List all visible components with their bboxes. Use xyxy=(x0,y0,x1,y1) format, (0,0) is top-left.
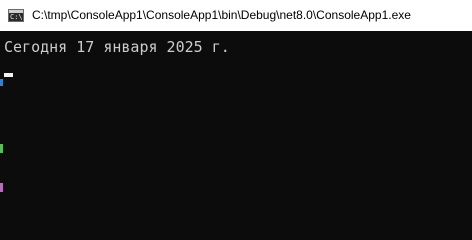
title-bar[interactable]: C:\ C:\tmp\ConsoleApp1\ConsoleApp1\bin\D… xyxy=(0,0,472,31)
background-edge-fragment xyxy=(0,79,3,86)
icon-prompt-glyph: C:\ xyxy=(10,13,23,21)
text-cursor xyxy=(4,73,13,77)
background-edge-fragment xyxy=(0,183,3,192)
console-output-line: Сегодня 17 января 2025 г. xyxy=(4,38,230,56)
window-title: C:\tmp\ConsoleApp1\ConsoleApp1\bin\Debug… xyxy=(32,8,411,22)
console-app-icon[interactable]: C:\ xyxy=(8,9,24,22)
console-output-area[interactable]: Сегодня 17 января 2025 г. xyxy=(0,31,472,220)
console-window: C:\ C:\tmp\ConsoleApp1\ConsoleApp1\bin\D… xyxy=(0,0,472,220)
background-edge-fragment xyxy=(0,144,3,153)
